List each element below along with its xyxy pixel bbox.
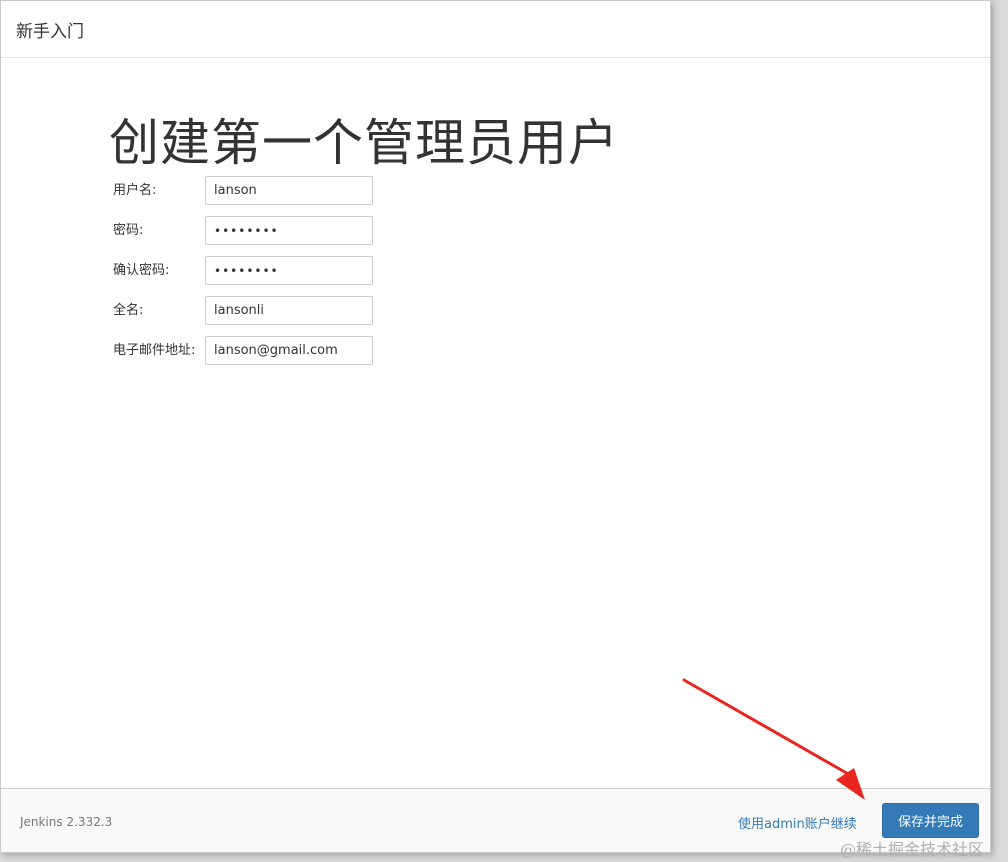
dialog-title: 新手入门: [16, 21, 84, 42]
password-label: 密码:: [113, 223, 144, 238]
page-heading: 创建第一个管理员用户: [109, 114, 619, 172]
username-input[interactable]: [205, 176, 373, 205]
confirm-password-label: 确认密码:: [113, 263, 170, 278]
fullname-label: 全名:: [113, 303, 144, 318]
jenkins-version: Jenkins 2.332.3: [20, 815, 113, 829]
username-label: 用户名:: [113, 183, 157, 198]
dialog-header: 新手入门: [1, 1, 990, 58]
continue-as-admin-link[interactable]: 使用admin账户继续: [738, 813, 857, 832]
setup-wizard-dialog: 新手入门 创建第一个管理员用户 用户名: 密码: 确认密码: 全名: 电子邮件地…: [0, 0, 991, 853]
watermark: @稀土掘金技术社区: [840, 840, 985, 859]
email-input[interactable]: [205, 336, 373, 365]
save-and-finish-button[interactable]: 保存并完成: [882, 803, 979, 838]
confirm-password-input[interactable]: [205, 256, 373, 285]
password-input[interactable]: [205, 216, 373, 245]
fullname-input[interactable]: [205, 296, 373, 325]
email-label: 电子邮件地址:: [113, 343, 196, 358]
